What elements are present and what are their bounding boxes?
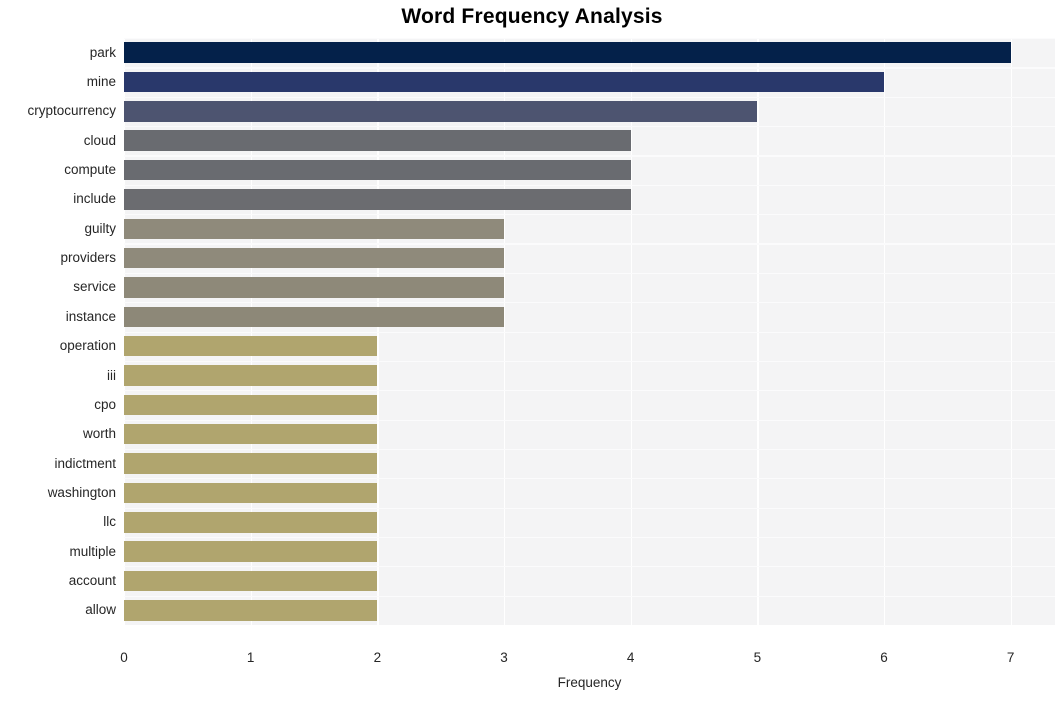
y-axis-tick-label: include — [73, 191, 116, 207]
x-axis-tick-label: 6 — [880, 650, 888, 665]
bar-row[interactable] — [124, 214, 1055, 243]
bar-row[interactable] — [124, 185, 1055, 214]
bar-row[interactable] — [124, 566, 1055, 595]
bar-row[interactable] — [124, 155, 1055, 184]
bar-row[interactable] — [124, 420, 1055, 449]
bar[interactable] — [124, 453, 378, 474]
bar-row[interactable] — [124, 478, 1055, 507]
bar[interactable] — [124, 130, 631, 151]
y-axis-tick-label: multiple — [69, 543, 116, 559]
x-axis-tick-label: 7 — [1006, 650, 1015, 665]
y-axis-tick-label: guilty — [84, 220, 116, 236]
bar-row[interactable] — [124, 243, 1055, 272]
y-axis-tick-label: iii — [107, 367, 116, 383]
bar-row[interactable] — [124, 508, 1055, 537]
y-axis-tick-label: llc — [103, 514, 116, 530]
bar[interactable] — [124, 189, 631, 210]
bar-row[interactable] — [124, 97, 1055, 126]
bar-row[interactable] — [124, 302, 1055, 331]
y-axis-tick-label: park — [89, 44, 116, 60]
bar[interactable] — [124, 512, 378, 533]
bar-row[interactable] — [124, 537, 1055, 566]
bar[interactable] — [124, 71, 884, 93]
x-axis-tick-label: 1 — [246, 650, 255, 665]
bar-row[interactable] — [124, 449, 1055, 478]
y-axis-tick-label: compute — [64, 162, 116, 178]
x-axis-tick-label: 4 — [626, 650, 635, 665]
bar[interactable] — [124, 394, 378, 416]
bar[interactable] — [124, 306, 504, 328]
bar[interactable] — [124, 335, 378, 357]
x-axis-tick-labels: 0 1 2 3 4 5 6 7 — [120, 650, 1055, 668]
x-axis-tick-label: 5 — [753, 650, 762, 665]
bar-row[interactable] — [124, 361, 1055, 390]
bar[interactable] — [124, 159, 631, 181]
y-axis-tick-label: indictment — [54, 455, 116, 471]
y-axis-tick-label: allow — [85, 602, 116, 618]
y-axis-tick-labels: park mine cryptocurrency cloud compute includ… — [0, 38, 116, 625]
bar-row[interactable] — [124, 67, 1055, 96]
x-axis-tick-label: 2 — [373, 650, 382, 665]
bar[interactable] — [124, 247, 504, 269]
bar[interactable] — [124, 218, 504, 240]
bar-row[interactable] — [124, 332, 1055, 361]
y-axis-tick-label: cloud — [83, 132, 116, 148]
y-axis-tick-label: operation — [59, 338, 116, 354]
x-axis-tick-label: 3 — [500, 650, 508, 665]
bar[interactable] — [124, 423, 378, 445]
x-axis-tick-label: 0 — [120, 650, 128, 665]
y-axis-tick-label: cryptocurrency — [27, 103, 116, 119]
bar-row[interactable] — [124, 38, 1055, 67]
bar[interactable] — [124, 541, 378, 562]
y-axis-tick-label: service — [73, 279, 116, 295]
word-frequency-chart: Word Frequency Analysis park mine cryptocu… — [0, 0, 1064, 701]
y-axis-tick-label: providers — [60, 250, 116, 266]
bar-row[interactable] — [124, 126, 1055, 155]
y-axis-tick-label: cpo — [94, 396, 116, 412]
bar-series — [124, 38, 1055, 625]
bar-row[interactable] — [124, 596, 1055, 625]
bar[interactable] — [124, 101, 758, 122]
bar-row[interactable] — [124, 273, 1055, 302]
bar[interactable] — [124, 600, 378, 621]
y-axis-tick-label: mine — [86, 74, 116, 90]
y-axis-tick-label: washington — [47, 484, 116, 500]
y-axis-tick-label: instance — [65, 308, 116, 324]
bar[interactable] — [124, 277, 504, 298]
bar-row[interactable] — [124, 390, 1055, 419]
y-axis-tick-label: worth — [82, 426, 116, 442]
plot-area — [124, 38, 1055, 625]
bar[interactable] — [124, 482, 378, 504]
bar[interactable] — [124, 42, 1011, 63]
x-axis-title: Frequency — [557, 675, 622, 690]
bar[interactable] — [124, 365, 378, 386]
chart-title: Word Frequency Analysis — [401, 5, 663, 28]
bar[interactable] — [124, 570, 378, 592]
y-axis-tick-label: account — [68, 572, 116, 588]
